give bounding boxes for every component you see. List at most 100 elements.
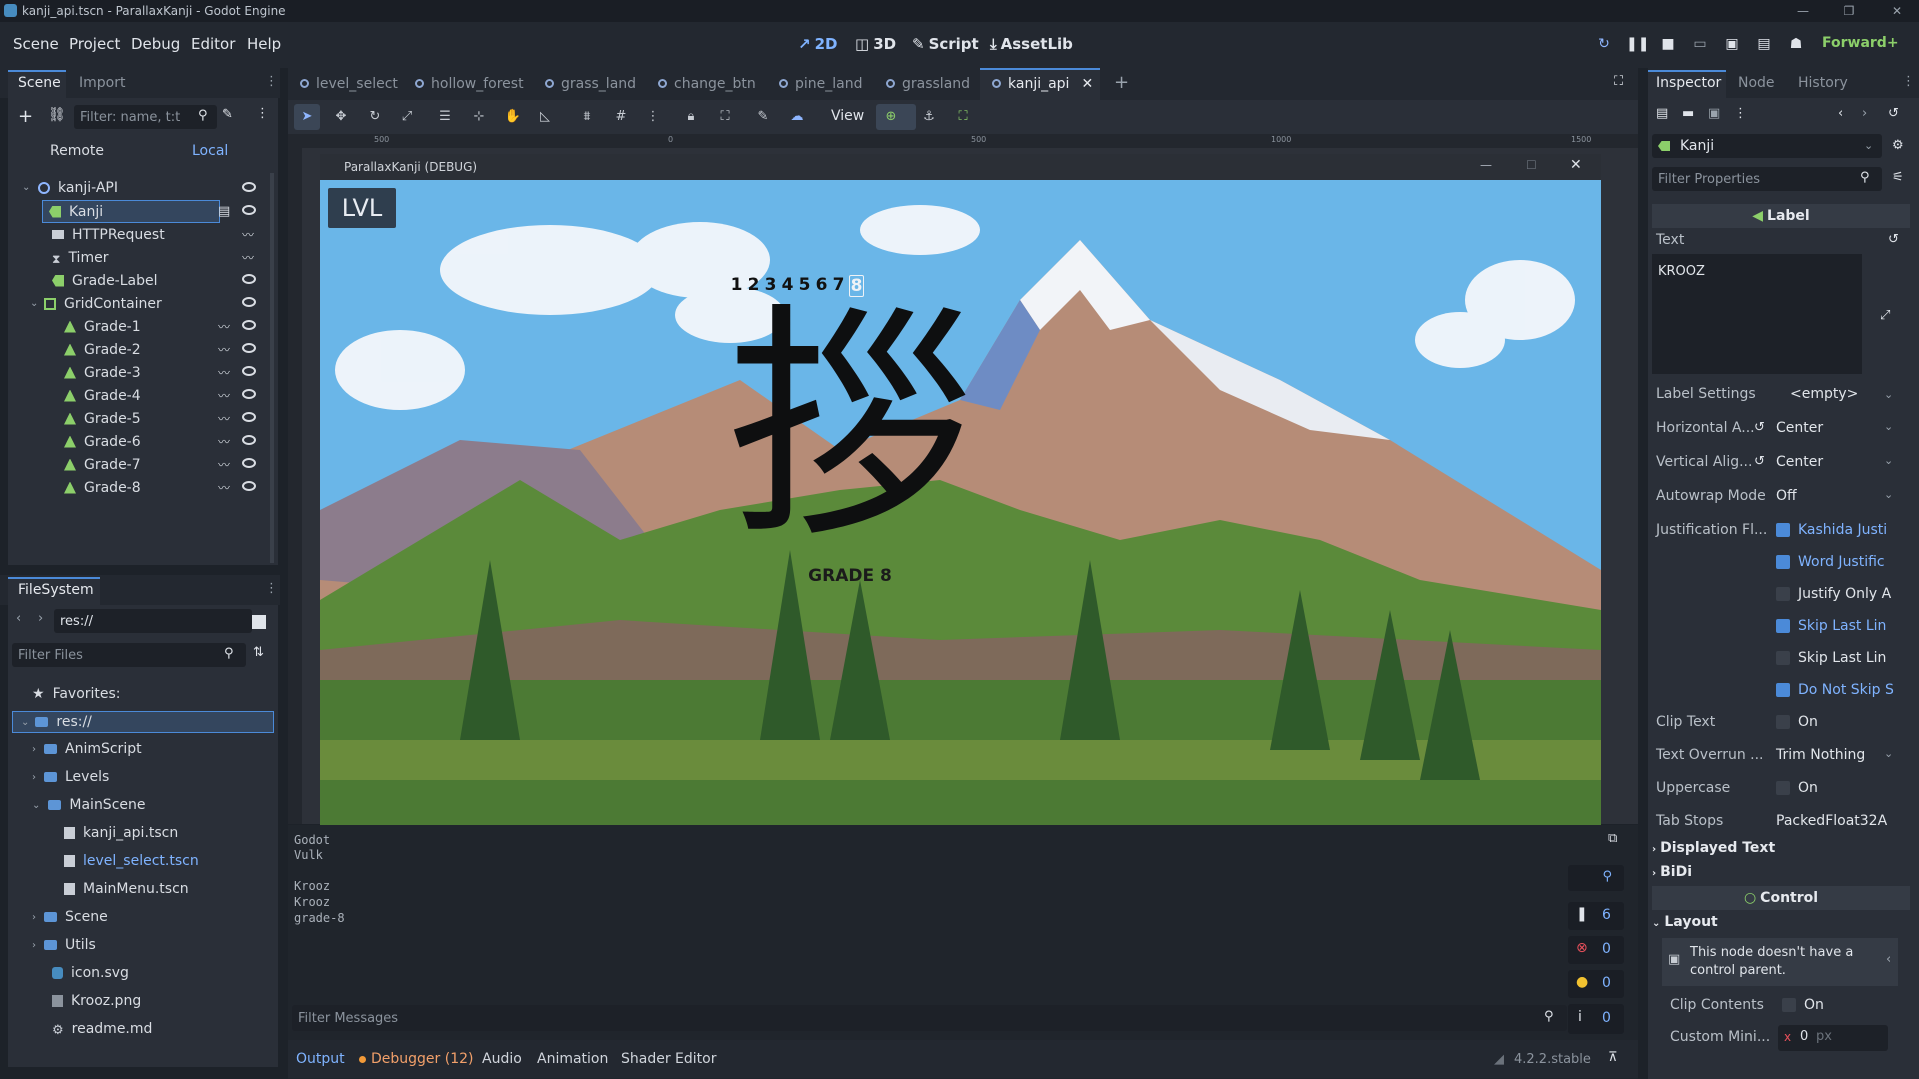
scene-tab-hollow-forest[interactable]: hollow_forest bbox=[415, 76, 524, 92]
node-tools-icon[interactable]: ⚙ bbox=[1892, 138, 1904, 153]
smart-snap-icon[interactable]: ⩩ bbox=[578, 108, 596, 126]
remote-button[interactable]: Remote bbox=[50, 143, 104, 159]
menu-scene[interactable]: Scene bbox=[13, 35, 59, 53]
scene-scrollbar[interactable] bbox=[270, 173, 274, 563]
reload-icon[interactable]: ↻ bbox=[1594, 34, 1614, 54]
add-node-icon[interactable]: + bbox=[18, 106, 33, 127]
path-input[interactable]: res:// bbox=[54, 609, 252, 633]
visibility-icon[interactable] bbox=[242, 297, 256, 307]
signal-icon[interactable]: 〰 bbox=[218, 341, 230, 358]
tree-node-kanji[interactable]: Kanji bbox=[42, 200, 220, 223]
visibility-icon[interactable] bbox=[242, 320, 256, 330]
tree-node-grade-7[interactable]: Grade-7 bbox=[64, 453, 141, 476]
tab-stops-value[interactable]: PackedFloat32A bbox=[1776, 813, 1887, 829]
scene-tab-grassland[interactable]: grassland bbox=[886, 76, 970, 92]
message-count[interactable]: ❚ 6 bbox=[1568, 902, 1624, 930]
view-menu[interactable]: View bbox=[831, 108, 864, 124]
mode-script-button[interactable]: ✎ Script bbox=[912, 35, 979, 53]
stop-icon[interactable]: ■ bbox=[1658, 34, 1678, 54]
horizontal-alignment-value[interactable]: Center bbox=[1776, 420, 1823, 436]
scene-tab-grass-land[interactable]: grass_land bbox=[545, 76, 636, 92]
add-tab-icon[interactable]: + bbox=[1114, 72, 1129, 93]
visibility-icon[interactable] bbox=[242, 481, 256, 491]
revert-icon[interactable]: ↺ bbox=[1754, 420, 1765, 435]
signal-icon[interactable]: 〰 bbox=[218, 433, 230, 450]
maximize-icon[interactable]: ❐ bbox=[1834, 2, 1864, 20]
lock-icon[interactable]: 🔒︎ bbox=[682, 108, 700, 126]
tab-audio[interactable]: Audio bbox=[482, 1051, 522, 1067]
just-opt-skip-last[interactable]: Skip Last Lin bbox=[1776, 618, 1886, 634]
distraction-free-icon[interactable]: ⛶ bbox=[1614, 74, 1623, 89]
tree-node-kanji-api[interactable]: ⌄ kanji-API bbox=[22, 176, 118, 199]
script-attached-icon[interactable]: ▤ bbox=[218, 204, 230, 219]
history-forward-icon[interactable]: › bbox=[1862, 106, 1867, 121]
visibility-icon[interactable] bbox=[242, 182, 256, 192]
signal-icon[interactable]: 〰 bbox=[218, 456, 230, 473]
anchor-icon[interactable]: ⚓ bbox=[920, 108, 938, 126]
tree-node-grade-label[interactable]: Grade-Label bbox=[52, 269, 158, 292]
tree-node-grade-5[interactable]: Grade-5 bbox=[64, 407, 141, 430]
just-opt-skip-last-2[interactable]: Skip Last Lin bbox=[1776, 650, 1886, 666]
dock-menu-icon[interactable]: ⋮ bbox=[265, 581, 278, 596]
scene-tab-change-btn[interactable]: change_btn bbox=[658, 76, 756, 92]
tree-node-gridcontainer[interactable]: ⌄ GridContainer bbox=[30, 292, 162, 315]
custom-min-x-field[interactable]: x 0 px bbox=[1778, 1025, 1888, 1051]
scene-tab-level-select[interactable]: level_select bbox=[300, 76, 398, 92]
autowrap-value[interactable]: Off bbox=[1776, 488, 1797, 504]
file-filter-input[interactable]: Filter Files ⚲ bbox=[12, 643, 246, 667]
filter-messages-input[interactable]: Filter Messages ⚲ bbox=[292, 1005, 1567, 1031]
checkbox-unchecked[interactable] bbox=[1782, 998, 1796, 1012]
tab-filesystem[interactable]: FileSystem bbox=[18, 582, 94, 598]
revert-icon[interactable]: ↺ bbox=[1888, 232, 1899, 247]
tree-node-grade-6[interactable]: Grade-6 bbox=[64, 430, 141, 453]
tab-shader-editor[interactable]: Shader Editor bbox=[621, 1051, 716, 1067]
tree-node-grade-8[interactable]: Grade-8 bbox=[64, 476, 141, 499]
tree-node-timer[interactable]: ⧗ Timer bbox=[52, 246, 108, 269]
clip-contents-toggle[interactable]: On bbox=[1782, 997, 1824, 1013]
node-selector[interactable]: Kanji ⌄ bbox=[1652, 134, 1882, 158]
visibility-icon[interactable] bbox=[242, 435, 256, 445]
fs-item-mainscene[interactable]: ⌄ MainScene bbox=[32, 794, 146, 816]
checkbox-checked[interactable] bbox=[1776, 555, 1790, 569]
label-section-header[interactable]: ◀ Label bbox=[1652, 204, 1910, 228]
just-opt-justify-only[interactable]: Justify Only A bbox=[1776, 586, 1891, 602]
checkbox-checked[interactable] bbox=[1776, 683, 1790, 697]
tab-debugger[interactable]: Debugger (12) bbox=[371, 1051, 473, 1067]
history-back-icon[interactable]: ‹ bbox=[1838, 106, 1843, 121]
checkbox-checked[interactable] bbox=[1776, 619, 1790, 633]
fs-item-res[interactable]: ⌄ res:// bbox=[12, 711, 274, 733]
mode-2d-button[interactable]: ↗ 2D bbox=[798, 35, 837, 53]
tab-node[interactable]: Node bbox=[1738, 75, 1775, 91]
signal-icon[interactable]: 〰 bbox=[242, 249, 254, 266]
pause-icon[interactable]: ❚❚ bbox=[1626, 34, 1649, 54]
fs-item-krooz-png[interactable]: Krooz.png bbox=[52, 990, 141, 1012]
tab-animation[interactable]: Animation bbox=[537, 1051, 608, 1067]
just-opt-kashida[interactable]: Kashida Justi bbox=[1776, 522, 1887, 538]
scene-menu-icon[interactable]: ⋮ bbox=[256, 106, 269, 121]
checkbox-unchecked[interactable] bbox=[1776, 651, 1790, 665]
signal-icon[interactable]: 〰 bbox=[218, 364, 230, 381]
fs-item-icon-svg[interactable]: icon.svg bbox=[52, 962, 129, 984]
pan-icon[interactable]: ✋ bbox=[504, 108, 522, 126]
scale-mode-icon[interactable]: ⤢ bbox=[398, 108, 416, 126]
remote-debug-icon[interactable]: ▭ bbox=[1690, 34, 1710, 54]
copy-output-icon[interactable]: ⧉ bbox=[1608, 831, 1617, 846]
rotate-mode-icon[interactable]: ↻ bbox=[366, 108, 384, 126]
attach-script-icon[interactable]: ✎ bbox=[222, 107, 233, 122]
menu-project[interactable]: Project bbox=[69, 35, 120, 53]
filter-properties-input[interactable]: Filter Properties ⚲ bbox=[1652, 167, 1882, 191]
fs-item-utils[interactable]: › Utils bbox=[32, 934, 96, 956]
tree-node-grade-2[interactable]: Grade-2 bbox=[64, 338, 141, 361]
game-minimize-icon[interactable]: — bbox=[1480, 158, 1492, 172]
more-icon[interactable]: ⋮ bbox=[1734, 106, 1747, 121]
tree-node-grade-1[interactable]: Grade-1 bbox=[64, 315, 141, 338]
visibility-icon[interactable] bbox=[242, 412, 256, 422]
instance-scene-icon[interactable]: ⛓ bbox=[48, 107, 66, 123]
layout-group[interactable]: ⌄ Layout bbox=[1652, 914, 1910, 930]
back-icon[interactable]: ‹ bbox=[16, 611, 21, 626]
dock-menu-icon[interactable]: ⋮ bbox=[1902, 74, 1915, 89]
open-folder-icon[interactable]: ▬ bbox=[1682, 106, 1694, 121]
fs-item-animscript[interactable]: › AnimScript bbox=[32, 738, 142, 760]
forward-icon[interactable]: › bbox=[38, 611, 43, 626]
close-tab-icon[interactable]: ✕ bbox=[1081, 76, 1093, 92]
